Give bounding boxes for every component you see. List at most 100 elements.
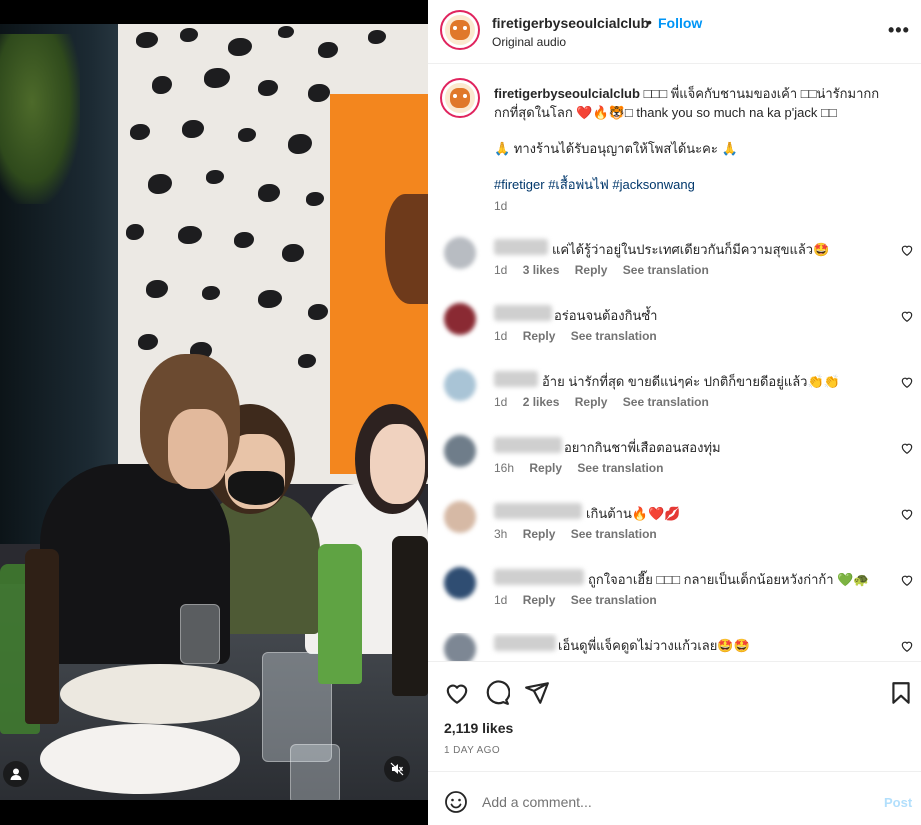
comment-time: 3h [494, 527, 508, 541]
bookmark-icon[interactable] [888, 680, 914, 706]
author-avatar[interactable] [440, 10, 480, 50]
commenter-username[interactable] [494, 635, 556, 651]
plant-decoration [0, 34, 80, 204]
follow-button[interactable]: Follow [658, 15, 702, 31]
post-header: firetigerbyseoulcialclub • Follow Origin… [428, 0, 921, 64]
reply-button[interactable]: Reply [575, 263, 608, 277]
reply-button[interactable]: Reply [529, 461, 562, 475]
caption-username[interactable]: firetigerbyseoulcialclub [494, 86, 640, 101]
post-timestamp: 1 DAY AGO [444, 745, 501, 756]
comment-time: 1d [494, 329, 508, 343]
comment-item: แค่ได้รู้ว่าอยู่ในประเทศเดียวกันก็มีความ… [428, 237, 921, 303]
caption-time: 1d [494, 199, 508, 213]
reply-button[interactable]: Reply [575, 395, 608, 409]
comment-likes[interactable]: 2 likes [523, 395, 560, 409]
like-comment-icon[interactable] [900, 639, 914, 653]
post-photo[interactable] [0, 24, 428, 800]
reply-button[interactable]: Reply [523, 593, 556, 607]
comment-meta: 16h Reply See translation [494, 461, 675, 475]
see-translation-button[interactable]: See translation [571, 527, 657, 541]
commenter-username[interactable] [494, 305, 552, 321]
emoji-icon[interactable] [444, 790, 468, 814]
comment-input[interactable] [482, 790, 862, 814]
see-translation-button[interactable]: See translation [577, 461, 663, 475]
comment-item: อร่อนจนต้องกินซ้ำ 1d Reply See translati… [428, 303, 921, 369]
comment-text: เอ็นดูพี่แจ็คดูดไม่วางแก้วเลย🤩🤩 [558, 638, 750, 653]
food-plate [60, 664, 260, 724]
caption-hashtags[interactable]: #firetiger #เสื้อพ่นไฟ #jacksonwang [494, 174, 695, 195]
comment-text: เกินต้าน🔥❤️💋 [586, 506, 681, 521]
comment-meta: 1d 2 likes Reply See translation [494, 395, 721, 409]
action-bar [428, 674, 921, 708]
user-tag-button[interactable] [3, 761, 29, 787]
more-options-icon[interactable]: ••• [888, 20, 910, 41]
post-details-panel: firetigerbyseoulcialclub • Follow Origin… [428, 0, 921, 825]
reply-button[interactable]: Reply [523, 527, 556, 541]
comment-item: อยากกินชาพี่เสือตอนสองทุ่ม 16h Reply See… [428, 435, 921, 501]
commenter-avatar[interactable] [444, 303, 476, 335]
comment-time: 1d [494, 593, 508, 607]
caption-permission-text: 🙏 ทางร้านได้รับอนุญาตให้โพสได้นะคะ 🙏 [494, 141, 738, 156]
water-glass [180, 604, 220, 664]
food-plate [40, 724, 240, 794]
commenter-avatar[interactable] [444, 369, 476, 401]
comment-item: เกินต้าน🔥❤️💋 3h Reply See translation [428, 501, 921, 567]
see-translation-button[interactable]: See translation [571, 329, 657, 343]
commenter-username[interactable] [494, 503, 582, 519]
mute-button[interactable] [384, 756, 410, 782]
comment-text: ถูกใจอาเฮี๊ย □□□ กลายเป็นเด็กน้อยหวังก่า… [588, 572, 870, 587]
caption-avatar[interactable] [440, 78, 480, 118]
comment-meta: 1d Reply See translation [494, 329, 669, 343]
commenter-avatar[interactable] [444, 501, 476, 533]
like-comment-icon[interactable] [900, 309, 914, 323]
author-username[interactable]: firetigerbyseoulcialclub [492, 15, 649, 31]
water-glass [290, 744, 340, 800]
separator-dot: • [647, 14, 652, 30]
commenter-avatar[interactable] [444, 567, 476, 599]
comment-text: อร่อนจนต้องกินซ้ำ [554, 308, 658, 323]
see-translation-button[interactable]: See translation [623, 395, 709, 409]
mute-icon [390, 762, 404, 776]
share-icon[interactable] [524, 680, 550, 706]
bottle [392, 536, 428, 696]
tiger-logo-icon [449, 87, 471, 109]
bottle [318, 544, 362, 684]
heart-icon[interactable] [444, 680, 470, 706]
divider [428, 661, 921, 662]
like-comment-icon[interactable] [900, 507, 914, 521]
like-comment-icon[interactable] [900, 375, 914, 389]
comment-likes[interactable]: 3 likes [523, 263, 560, 277]
post-media[interactable] [0, 0, 428, 825]
divider [428, 771, 921, 772]
audio-link[interactable]: Original audio [492, 35, 566, 49]
post-button[interactable]: Post [884, 795, 912, 810]
commenter-avatar[interactable] [444, 237, 476, 269]
commenter-username[interactable] [494, 437, 562, 453]
comment-icon[interactable] [484, 680, 510, 706]
comment-text: อยากกินชาพี่เสือตอนสองทุ่ม [564, 440, 721, 455]
comment-item: เอ็นดูพี่แจ็คดูดไม่วางแก้วเลย🤩🤩 [428, 633, 921, 661]
see-translation-button[interactable]: See translation [623, 263, 709, 277]
reply-button[interactable]: Reply [523, 329, 556, 343]
user-tag-icon [10, 768, 22, 780]
see-translation-button[interactable]: See translation [571, 593, 657, 607]
commenter-avatar[interactable] [444, 633, 476, 661]
likes-count[interactable]: 2,119 likes [444, 720, 513, 736]
comment-item: อ้าย น่ารักที่สุด ขายดีแน่ๆค่ะ ปกติก็ขาย… [428, 369, 921, 435]
painting-figure [385, 194, 428, 304]
comment-meta: 3h Reply See translation [494, 527, 669, 541]
comment-time: 16h [494, 461, 515, 475]
commenter-username[interactable] [494, 569, 584, 585]
like-comment-icon[interactable] [900, 243, 914, 257]
comment-meta: 1d 3 likes Reply See translation [494, 263, 721, 277]
post-caption: firetigerbyseoulcialclub □□□ พี่แจ็คกับช… [494, 84, 894, 122]
add-comment-bar: Post [428, 780, 921, 824]
comment-text: แค่ได้รู้ว่าอยู่ในประเทศเดียวกันก็มีความ… [552, 242, 830, 257]
comment-time: 1d [494, 395, 508, 409]
bottle [25, 549, 59, 724]
like-comment-icon[interactable] [900, 441, 914, 455]
commenter-username[interactable] [494, 371, 538, 387]
like-comment-icon[interactable] [900, 573, 914, 587]
commenter-avatar[interactable] [444, 435, 476, 467]
commenter-username[interactable] [494, 239, 548, 255]
